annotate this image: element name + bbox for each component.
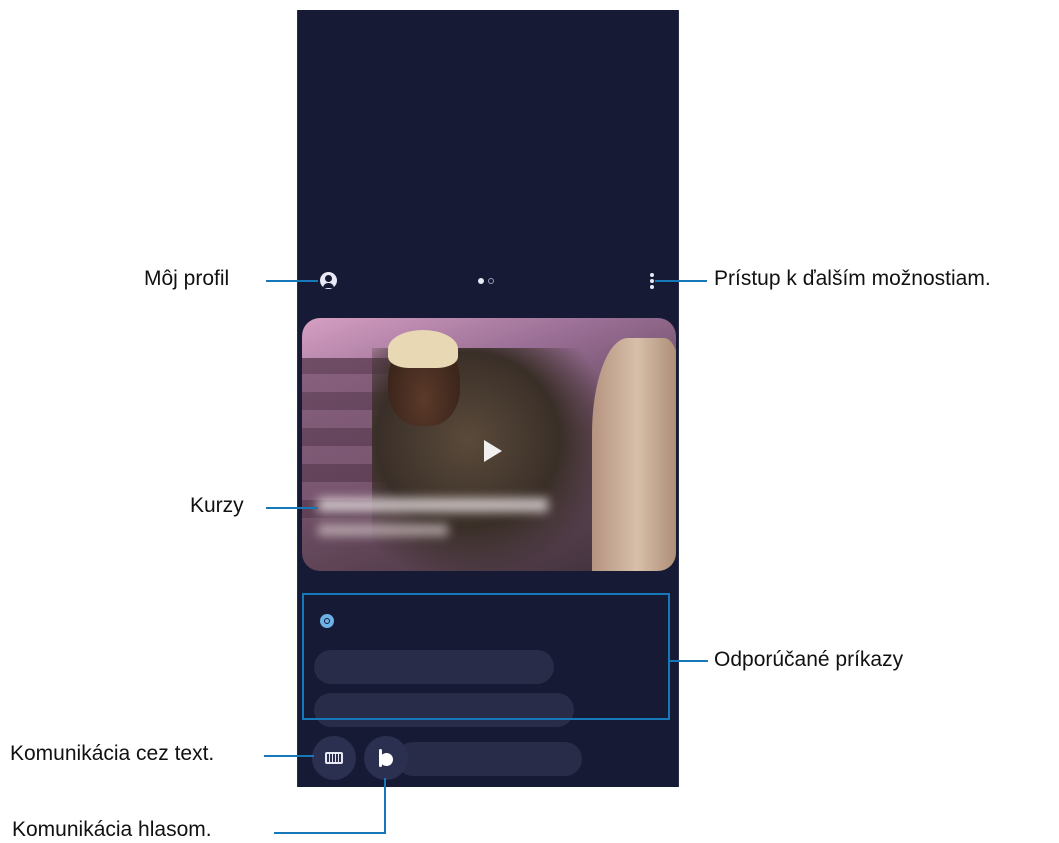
page-indicator bbox=[478, 278, 494, 284]
callout-line-text bbox=[264, 755, 314, 757]
callout-suggested-commands: Odporúčané príkazy bbox=[714, 648, 904, 671]
card-mannequin bbox=[592, 338, 676, 571]
callout-line-suggested bbox=[670, 660, 708, 662]
page-dot-active bbox=[478, 278, 484, 284]
callout-profile: Môj profil bbox=[144, 267, 230, 290]
suggestion-chip[interactable] bbox=[396, 742, 582, 776]
card-person-hair bbox=[388, 330, 458, 368]
card-caption-blurred bbox=[318, 498, 588, 556]
callout-voice-communication: Komunikácia hlasom. bbox=[12, 818, 212, 841]
keyboard-button[interactable] bbox=[312, 736, 356, 780]
keyboard-icon bbox=[325, 752, 343, 764]
callout-line-tutorials bbox=[266, 507, 318, 509]
greeting-blurred bbox=[298, 110, 678, 172]
tutorial-card[interactable] bbox=[302, 318, 676, 571]
more-options-icon[interactable] bbox=[650, 273, 654, 289]
suggested-commands-highlight bbox=[302, 593, 670, 720]
callout-line-voice-vertical bbox=[384, 778, 386, 834]
profile-icon[interactable] bbox=[320, 272, 337, 289]
play-icon[interactable] bbox=[484, 440, 502, 462]
callout-line-profile bbox=[266, 280, 318, 282]
page-dot-inactive bbox=[488, 278, 494, 284]
callout-text-communication: Komunikácia cez text. bbox=[10, 742, 215, 765]
bottom-bar bbox=[298, 730, 678, 787]
callout-line-more bbox=[655, 280, 707, 282]
bixby-icon bbox=[378, 749, 394, 767]
voice-button[interactable] bbox=[364, 736, 408, 780]
callout-tutorials: Kurzy bbox=[190, 494, 244, 517]
callout-more-options: Prístup k ďalším možnostiam. bbox=[714, 267, 991, 290]
callout-line-voice-horizontal bbox=[274, 832, 386, 834]
